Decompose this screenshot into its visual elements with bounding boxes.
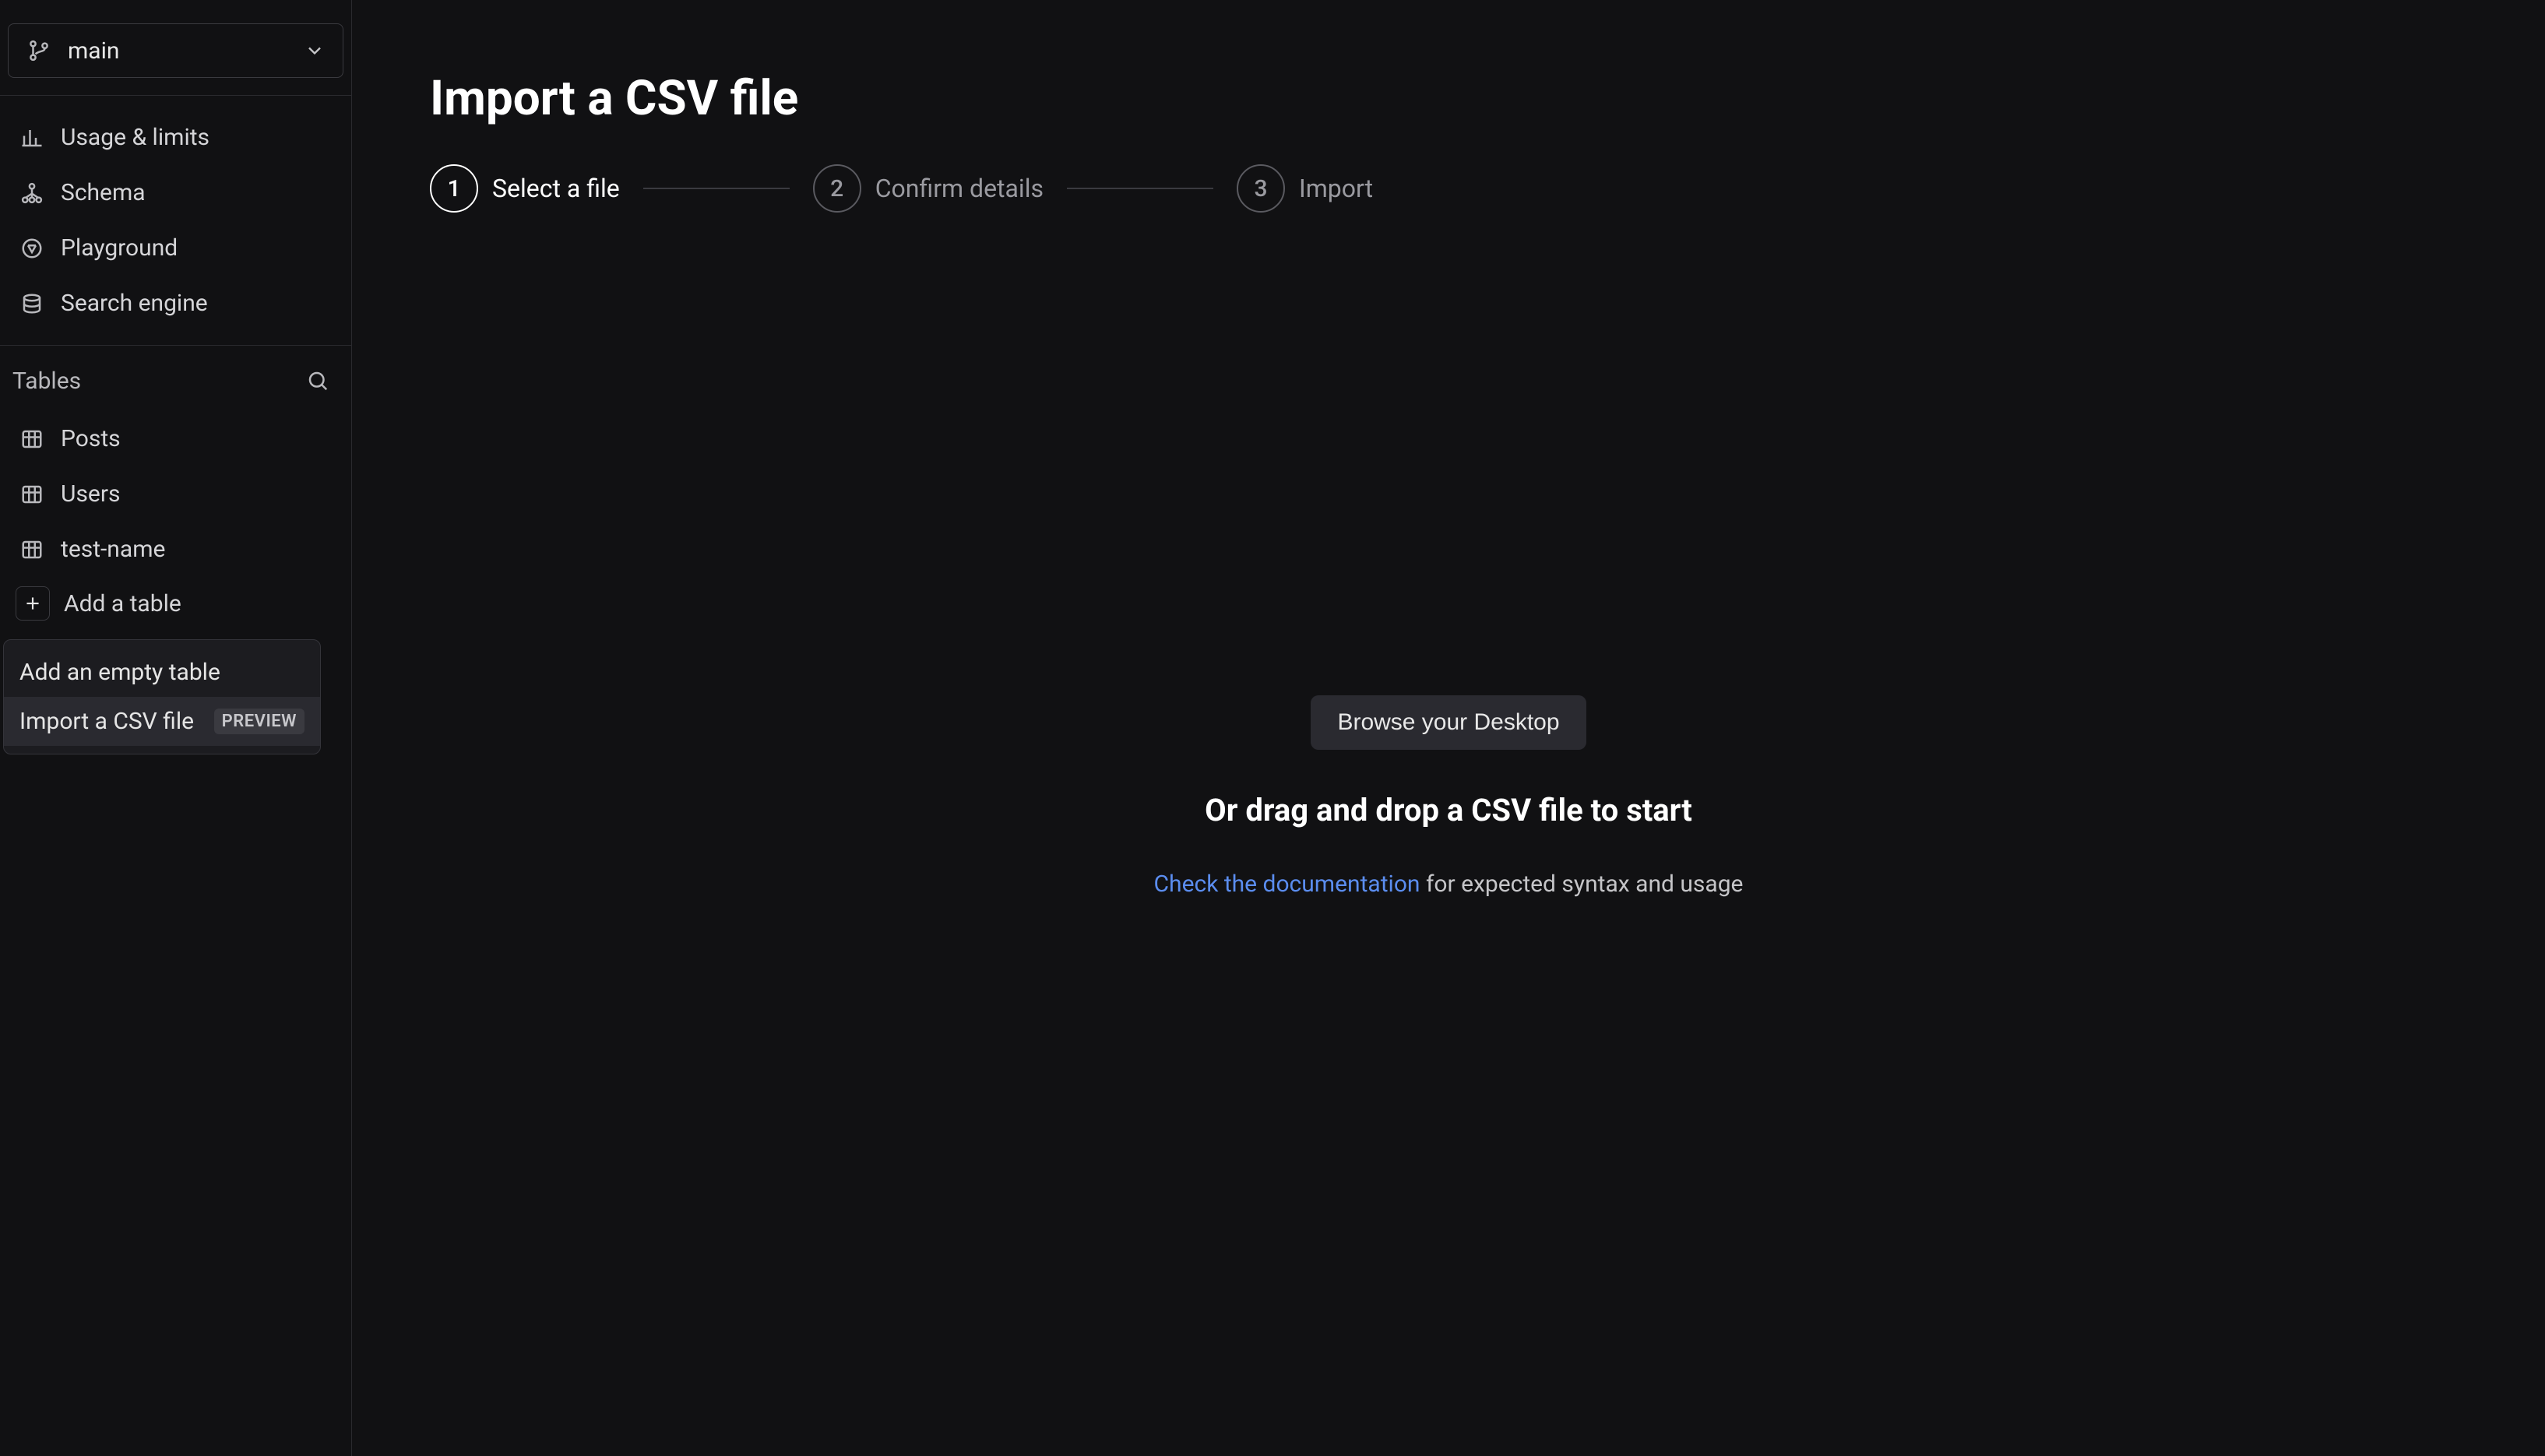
branch-selector[interactable]: main xyxy=(8,23,343,78)
step-select-file: 1 Select a file xyxy=(430,164,620,213)
git-branch-icon xyxy=(26,37,52,64)
search-engine-icon xyxy=(19,290,45,317)
step-label: Confirm details xyxy=(875,174,1044,203)
add-table-menu: Add an empty table Import a CSV file PRE… xyxy=(3,639,321,754)
documentation-link[interactable]: Check the documentation xyxy=(1154,870,1420,898)
nav-label: Schema xyxy=(61,179,146,206)
browse-desktop-button[interactable]: Browse your Desktop xyxy=(1311,695,1586,750)
tables-title: Tables xyxy=(12,368,81,395)
table-icon xyxy=(19,536,45,563)
documentation-suffix: for expected syntax and usage xyxy=(1420,870,1744,898)
table-label: test-name xyxy=(61,536,165,563)
step-connector xyxy=(643,188,790,189)
nav-label: Usage & limits xyxy=(61,124,209,151)
add-table-row[interactable]: Add a table xyxy=(0,577,351,630)
table-label: Posts xyxy=(61,425,121,452)
menu-item-label: Add an empty table xyxy=(19,659,220,686)
step-number: 3 xyxy=(1237,164,1285,213)
tables-search-button[interactable] xyxy=(303,366,333,396)
branch-selector-wrapper: main xyxy=(0,23,351,95)
add-table-label: Add a table xyxy=(64,590,181,617)
nav-playground[interactable]: Playground xyxy=(0,220,351,276)
table-item-users[interactable]: Users xyxy=(0,466,351,522)
step-number: 2 xyxy=(813,164,861,213)
playground-icon xyxy=(19,235,45,262)
table-item-test-name[interactable]: test-name xyxy=(0,522,351,577)
preview-badge: PREVIEW xyxy=(214,709,304,734)
step-import: 3 Import xyxy=(1237,164,1373,213)
chevron-down-icon xyxy=(304,40,326,62)
file-drop-zone[interactable]: Browse your Desktop Or drag and drop a C… xyxy=(430,695,2467,898)
documentation-line: Check the documentation for expected syn… xyxy=(1154,870,1744,898)
step-confirm-details: 2 Confirm details xyxy=(813,164,1044,213)
nav-schema[interactable]: Schema xyxy=(0,165,351,220)
stepper: 1 Select a file 2 Confirm details 3 Impo… xyxy=(430,164,2467,213)
branch-name: main xyxy=(68,37,120,65)
table-item-posts[interactable]: Posts xyxy=(0,411,351,466)
nav-search-engine[interactable]: Search engine xyxy=(0,276,351,331)
page-title: Import a CSV file xyxy=(430,70,2467,127)
menu-add-empty-table[interactable]: Add an empty table xyxy=(4,648,320,697)
main-content: Import a CSV file 1 Select a file 2 Conf… xyxy=(352,0,2545,1456)
schema-icon xyxy=(19,180,45,206)
step-connector xyxy=(1067,188,1213,189)
nav-label: Playground xyxy=(61,234,178,262)
sidebar: main Usage & limits xyxy=(0,0,352,1456)
table-label: Users xyxy=(61,480,121,508)
plus-icon xyxy=(23,593,43,614)
drag-drop-text: Or drag and drop a CSV file to start xyxy=(1205,792,1692,828)
nav-label: Search engine xyxy=(61,290,208,317)
search-icon xyxy=(306,369,329,392)
tables-header: Tables xyxy=(0,346,351,408)
table-icon xyxy=(19,426,45,452)
step-number: 1 xyxy=(430,164,478,213)
add-table-button[interactable] xyxy=(16,586,50,621)
menu-import-csv[interactable]: Import a CSV file PREVIEW xyxy=(4,697,320,746)
menu-item-label: Import a CSV file xyxy=(19,708,194,735)
tables-list: Posts Users test-name xyxy=(0,408,351,758)
table-icon xyxy=(19,481,45,508)
nav-usage-limits[interactable]: Usage & limits xyxy=(0,110,351,165)
main-nav: Usage & limits Schema Playground xyxy=(0,96,351,345)
step-label: Select a file xyxy=(492,174,620,203)
chart-icon xyxy=(19,125,45,151)
step-label: Import xyxy=(1299,174,1373,203)
